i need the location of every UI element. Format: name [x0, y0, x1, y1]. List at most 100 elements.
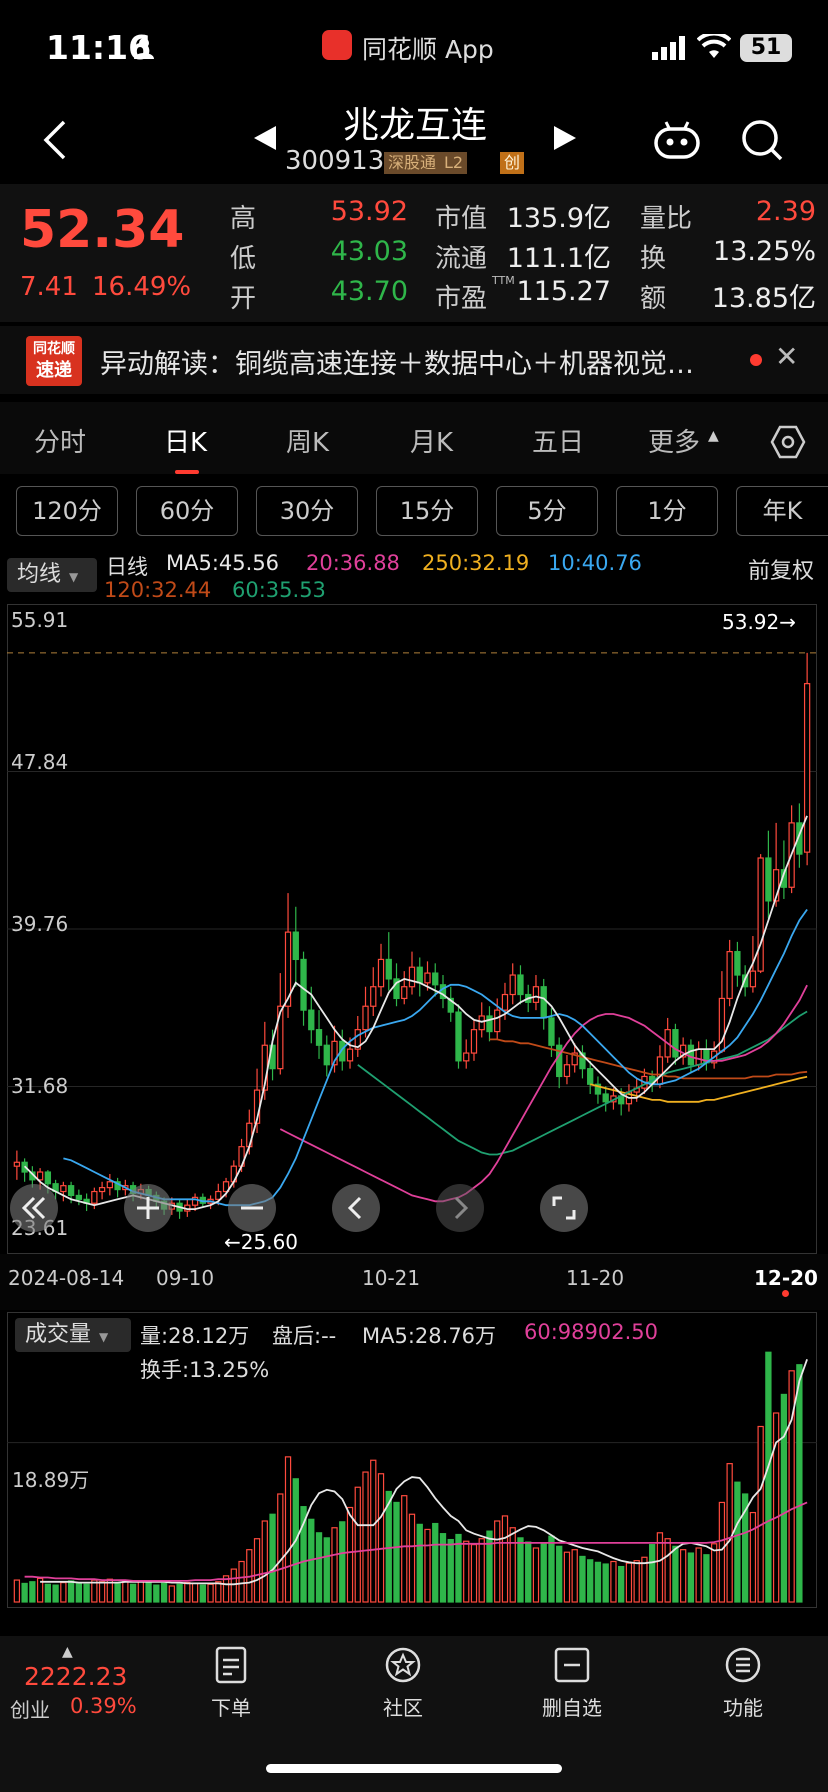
- close-icon[interactable]: ✕: [775, 340, 798, 373]
- ai-assistant-icon[interactable]: [652, 116, 702, 160]
- float-cap-value: 111.1亿: [506, 243, 611, 274]
- ma20-legend: 20:36.88: [306, 551, 400, 575]
- tab-monthly-k[interactable]: 月K: [410, 422, 453, 459]
- tab-daily-k[interactable]: 日K: [164, 422, 207, 459]
- dropdown-caret-icon: ▼: [69, 570, 79, 584]
- status-app-name: 同花顺 App: [362, 35, 494, 64]
- tab-five-day[interactable]: 五日: [532, 422, 584, 459]
- chevron-right-icon: [454, 1196, 469, 1220]
- candle-body: [587, 1068, 594, 1085]
- candle-body: [656, 1056, 664, 1085]
- volume-chart[interactable]: [7, 1312, 817, 1608]
- ma10-legend: 10:40.76: [548, 551, 642, 575]
- candle-body: [377, 958, 385, 988]
- active-tab-indicator: [175, 470, 199, 474]
- back-arrow-icon[interactable]: [40, 118, 70, 162]
- float-cap-label: 流通: [435, 244, 488, 274]
- volume-bar: [765, 1351, 772, 1603]
- period-60min-button[interactable]: 60分: [136, 486, 238, 536]
- indicator-selector[interactable]: 均线 ▼: [7, 558, 97, 592]
- candle-body: [672, 1029, 679, 1058]
- candle-body: [687, 1044, 695, 1066]
- community-icon[interactable]: [384, 1646, 422, 1684]
- period-30min-button[interactable]: 30分: [256, 486, 358, 536]
- ma120-legend: 120:32.44: [104, 578, 212, 602]
- low-value: 43.03: [330, 236, 408, 267]
- volume-bar: [672, 1545, 679, 1603]
- volume-bar: [401, 1495, 408, 1603]
- stock-code: 300913: [285, 146, 385, 176]
- news-headline[interactable]: 异动解读：铜缆高速连接＋数据中心＋机器视觉…: [100, 342, 694, 381]
- kline-chart[interactable]: [7, 604, 817, 1254]
- candle-body: [106, 1181, 114, 1189]
- prev-stock-icon[interactable]: [252, 124, 278, 152]
- volume-bar: [579, 1555, 586, 1603]
- volume-bar: [618, 1565, 625, 1603]
- nav-order[interactable]: 下单: [181, 1692, 281, 1721]
- adjustment-mode[interactable]: 前复权: [748, 553, 814, 585]
- tab-intraday[interactable]: 分时: [34, 422, 86, 459]
- nav-remove-watchlist[interactable]: 删自选: [522, 1692, 622, 1721]
- indicator-selector-label: 均线: [17, 562, 62, 587]
- x-tick-4: 11-20: [566, 1266, 625, 1290]
- candle-body: [67, 1185, 75, 1197]
- volume-bar: [556, 1545, 563, 1603]
- volume-bar: [718, 1501, 726, 1603]
- scroll-left-button[interactable]: [332, 1184, 380, 1232]
- period-1min-button[interactable]: 1分: [616, 486, 718, 536]
- order-icon[interactable]: [212, 1646, 250, 1684]
- volume-bar: [486, 1530, 493, 1603]
- period-yearly-k-button[interactable]: 年K: [736, 486, 828, 536]
- candle-body: [455, 1011, 462, 1062]
- candle-body: [548, 1017, 555, 1046]
- candle-body: [803, 683, 811, 853]
- volume-y-tick: 18.89万: [12, 1468, 90, 1492]
- caret-up-icon: ▲: [708, 428, 719, 444]
- chevron-left-icon: [347, 1196, 362, 1220]
- volume-ma5-line: [40, 1358, 808, 1586]
- volume-bar: [176, 1583, 183, 1603]
- period-120min-button[interactable]: 120分: [16, 486, 118, 536]
- candle-body: [486, 1015, 493, 1033]
- tab-weekly-k[interactable]: 周K: [286, 422, 329, 459]
- volume-bar: [563, 1551, 571, 1603]
- news-badge-top: 同花顺: [33, 341, 75, 357]
- volume-bar: [757, 1425, 764, 1603]
- zoom-in-button[interactable]: [124, 1184, 172, 1232]
- period-15min-button[interactable]: 15分: [376, 486, 478, 536]
- zoom-out-button[interactable]: [228, 1184, 276, 1232]
- scroll-right-button[interactable]: [436, 1184, 484, 1232]
- candle-body: [315, 1029, 323, 1046]
- open-label: 开: [230, 284, 257, 314]
- volume-bar: [447, 1538, 454, 1603]
- remove-watchlist-icon[interactable]: [553, 1646, 591, 1684]
- menu-icon[interactable]: [724, 1646, 762, 1684]
- scroll-left-fast-button[interactable]: [10, 1184, 58, 1232]
- nav-community[interactable]: 社区: [353, 1692, 453, 1721]
- index-value[interactable]: 2222.23: [24, 1662, 127, 1691]
- volume-bar: [339, 1521, 346, 1603]
- next-stock-icon[interactable]: [552, 124, 578, 152]
- tonghuashun-logo-icon: [322, 30, 352, 60]
- volume-bar: [548, 1535, 555, 1603]
- candle-body: [401, 986, 408, 1000]
- fullscreen-button[interactable]: [540, 1184, 588, 1232]
- candle-body: [44, 1171, 52, 1185]
- volume-selector-label: 成交量: [25, 1322, 92, 1347]
- volume-bar: [571, 1549, 578, 1603]
- nav-functions[interactable]: 功能: [693, 1692, 793, 1721]
- index-up-arrow-icon: ▲: [62, 1644, 73, 1660]
- volume-bar: [432, 1522, 439, 1603]
- fullscreen-icon: [552, 1196, 576, 1220]
- candle-body: [370, 986, 377, 1007]
- x-tick-end: 12-20: [754, 1266, 818, 1290]
- volume-indicator-selector[interactable]: 成交量 ▼: [15, 1318, 131, 1352]
- period-5min-button[interactable]: 5分: [496, 486, 598, 536]
- settings-icon[interactable]: [770, 424, 806, 460]
- price-change: 7.41: [20, 272, 78, 302]
- tab-more[interactable]: 更多: [648, 422, 700, 459]
- low-price-marker: ←25.60: [224, 1230, 299, 1254]
- tag-l2: L2: [440, 152, 468, 174]
- y-tick-3: 39.76: [11, 912, 69, 936]
- search-icon[interactable]: [740, 118, 784, 162]
